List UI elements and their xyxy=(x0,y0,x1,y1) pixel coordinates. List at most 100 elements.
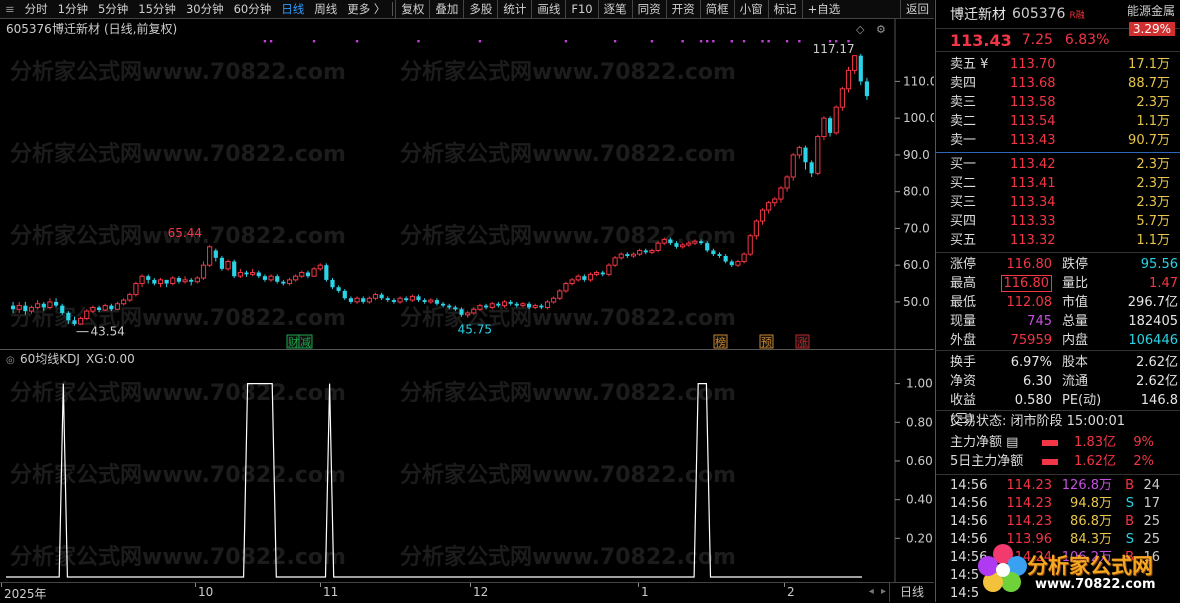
candle[interactable] xyxy=(557,289,563,301)
candle-body xyxy=(809,162,814,174)
candlestick-chart[interactable]: 分析家公式网www.70822.com 分析家公式网www.70822.com 分析… xyxy=(0,19,934,350)
ask-row[interactable]: 卖四 113.68 88.7万 xyxy=(936,74,1180,93)
candle[interactable] xyxy=(858,53,863,86)
period-tab-8[interactable]: 更多 〉 xyxy=(342,0,390,18)
bid-row[interactable]: 买一 113.42 2.3万 xyxy=(936,155,1180,174)
fund-flow-row[interactable]: 主力净额 ▤ 1.83亿 9% xyxy=(936,433,1180,452)
toolbar-menu-icon[interactable]: ≡ xyxy=(0,0,20,18)
back-button[interactable]: 返回 xyxy=(900,0,934,18)
toolbar-tool-5[interactable]: F10 xyxy=(565,0,597,18)
scroll-arrows-icon[interactable]: ◂ ▸ xyxy=(869,586,888,597)
toolbar-tool-8[interactable]: 开资 xyxy=(665,0,700,18)
candle[interactable] xyxy=(606,263,612,277)
candle[interactable] xyxy=(311,267,317,277)
fund-flow-row[interactable]: 5日主力净额 1.62亿 2% xyxy=(936,452,1180,471)
stat-value: 0.580 xyxy=(992,391,1052,410)
event-marker-text: 预 xyxy=(761,336,772,349)
candle[interactable] xyxy=(845,66,852,93)
candle-body xyxy=(655,242,661,251)
period-tab-4[interactable]: 30分钟 xyxy=(181,0,229,18)
event-marker[interactable]: 榜 xyxy=(713,334,728,349)
candle[interactable] xyxy=(232,259,237,279)
candle-body xyxy=(96,307,102,311)
ask-row[interactable]: 卖二 113.54 1.1万 xyxy=(936,112,1180,131)
candle[interactable] xyxy=(833,105,839,135)
bid-row[interactable]: 买四 113.33 5.7万 xyxy=(936,212,1180,231)
tick-time: 14:56 xyxy=(950,514,988,529)
candle-body xyxy=(41,303,46,308)
toolbar-tool-11[interactable]: 标记 xyxy=(767,0,802,18)
toolbar-tool-6[interactable]: 逐笔 xyxy=(597,0,632,18)
order-level-price: 113.54 xyxy=(1010,114,1056,129)
candle[interactable] xyxy=(84,309,90,321)
toolbar-tool-4[interactable]: 画线 xyxy=(531,0,565,18)
ask-row[interactable]: 卖三 113.58 2.3万 xyxy=(936,93,1180,112)
event-marker[interactable]: 减 xyxy=(298,334,313,349)
order-level-volume: 17.1万 xyxy=(1128,57,1170,72)
toolbar-tool-7[interactable]: 同资 xyxy=(631,0,666,18)
sector-box[interactable]: 能源金属 3.29% xyxy=(1127,2,1175,36)
candle-body xyxy=(286,279,293,285)
period-tab-6[interactable]: 日线 xyxy=(276,0,309,18)
y-tick-label: 60.0 xyxy=(903,258,930,272)
candle-body xyxy=(465,312,471,316)
candle-body xyxy=(440,303,446,306)
signal-dot xyxy=(269,40,273,43)
toolbar-tool-2[interactable]: 多股 xyxy=(463,0,497,18)
candle[interactable] xyxy=(207,245,213,268)
candle[interactable] xyxy=(544,300,551,310)
candle-body xyxy=(299,272,305,277)
candle[interactable] xyxy=(612,255,618,268)
order-level-volume: 1.1万 xyxy=(1136,233,1170,248)
settings-icon[interactable]: ⚙ xyxy=(876,23,886,36)
period-tab-1[interactable]: 1分钟 xyxy=(53,0,93,18)
candle[interactable] xyxy=(133,281,139,297)
event-marker[interactable]: 预 xyxy=(759,334,774,349)
bid-row[interactable]: 买三 113.34 2.3万 xyxy=(936,193,1180,212)
event-marker[interactable]: 财 xyxy=(286,334,301,349)
toolbar-tool-12[interactable]: +自选 xyxy=(801,0,846,18)
toolbar-tool-3[interactable]: 统计 xyxy=(497,0,531,18)
stat-gap xyxy=(1052,331,1062,350)
bid-row[interactable]: 买五 113.32 1.1万 xyxy=(936,231,1180,250)
candle[interactable] xyxy=(170,276,176,286)
candle-body xyxy=(109,305,114,310)
order-level-label: 买三 xyxy=(950,195,977,210)
candle[interactable] xyxy=(587,272,594,282)
candle[interactable] xyxy=(655,241,661,253)
candle[interactable] xyxy=(790,153,796,181)
ask-row[interactable]: 卖一 113.43 90.7万 xyxy=(936,131,1180,150)
period-tab-0[interactable]: 分时 xyxy=(20,0,53,18)
period-tab-7[interactable]: 周线 xyxy=(309,0,342,18)
candle[interactable] xyxy=(563,281,569,293)
candle[interactable] xyxy=(219,255,225,271)
candle[interactable] xyxy=(127,292,133,302)
period-tab-2[interactable]: 5分钟 xyxy=(93,0,133,18)
period-tab-5[interactable]: 60分钟 xyxy=(229,0,277,18)
kdj-settings-icon[interactable]: ◎ xyxy=(6,355,15,366)
diamond-icon[interactable]: ◇ xyxy=(856,23,865,36)
bid-row[interactable]: 买二 113.41 2.3万 xyxy=(936,174,1180,193)
candle[interactable] xyxy=(815,134,821,176)
toolbar-tool-0[interactable]: 复权 xyxy=(395,0,429,18)
candle-body xyxy=(361,298,366,302)
kdj-indicator-chart[interactable]: 分析家公式网www.70822.com 分析家公式网www.70822.com 分析… xyxy=(0,350,934,582)
candle[interactable] xyxy=(324,263,329,282)
candle-body xyxy=(489,303,495,308)
toolbar-tool-1[interactable]: 叠加 xyxy=(429,0,463,18)
candle[interactable] xyxy=(741,252,747,264)
toolbar-tool-9[interactable]: 简框 xyxy=(699,0,734,18)
candle-body xyxy=(864,81,870,97)
candle[interactable] xyxy=(747,233,753,256)
candle-body xyxy=(434,300,440,304)
signal-dot xyxy=(312,40,316,43)
toolbar-tool-10[interactable]: 小窗 xyxy=(733,0,768,18)
candle-body xyxy=(557,290,563,299)
candle[interactable] xyxy=(821,116,827,141)
period-tab-3[interactable]: 15分钟 xyxy=(133,0,181,18)
candle[interactable] xyxy=(839,86,845,111)
ask-row[interactable]: 卖五 ¥ 113.70 17.1万 xyxy=(936,55,1180,74)
event-marker[interactable]: 涨 xyxy=(795,334,810,349)
candle[interactable] xyxy=(225,259,231,271)
period-button[interactable]: 日线 xyxy=(889,583,934,602)
